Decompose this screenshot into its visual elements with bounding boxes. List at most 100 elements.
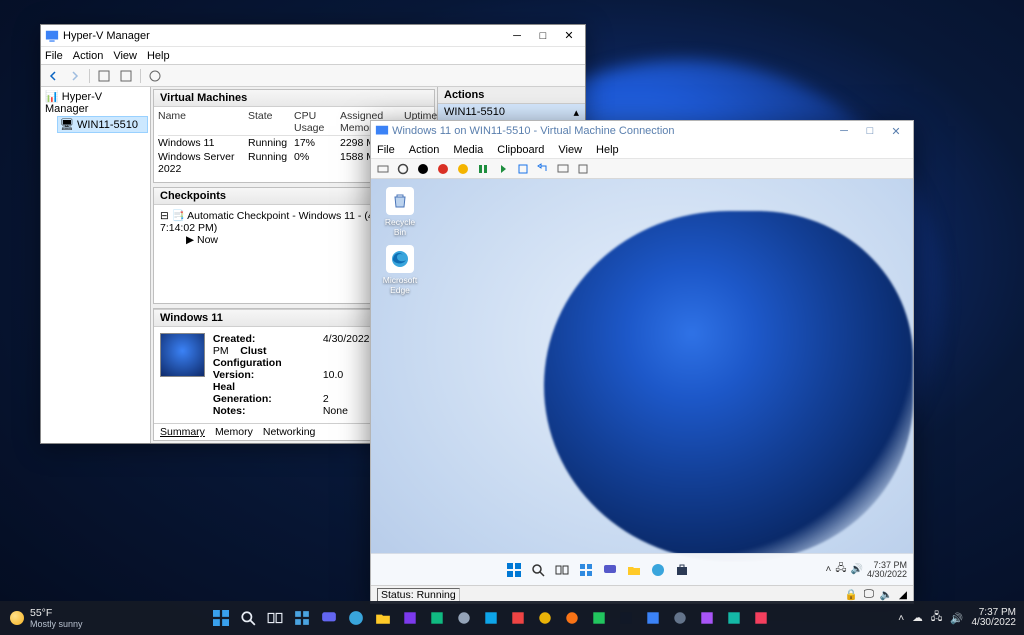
menu-file[interactable]: File	[45, 50, 63, 62]
tab-networking[interactable]: Networking	[263, 426, 316, 438]
edge-icon	[386, 245, 414, 273]
tab-memory[interactable]: Memory	[215, 426, 253, 438]
close-button[interactable]: ✕	[883, 123, 909, 139]
menu-action[interactable]: Action	[409, 144, 440, 156]
guest-explorer-button[interactable]	[625, 561, 643, 579]
tab-summary[interactable]: Summary	[160, 426, 205, 438]
host-start-button[interactable]	[210, 607, 232, 629]
vm-state: Running	[248, 137, 294, 149]
guest-widgets-button[interactable]	[577, 561, 595, 579]
guest-recycle-bin[interactable]: Recycle Bin	[379, 187, 421, 237]
guest-tray-volume-icon[interactable]: 🔊	[851, 564, 863, 575]
host-pinned-app[interactable]	[534, 607, 556, 629]
col-state[interactable]: State	[248, 110, 294, 134]
host-pinned-app[interactable]	[453, 607, 475, 629]
menu-action[interactable]: Action	[73, 50, 104, 62]
cfg-val: 10.0	[323, 369, 343, 381]
host-pinned-app[interactable]	[696, 607, 718, 629]
save-button[interactable]	[455, 161, 471, 177]
toolbar-properties-button[interactable]	[94, 67, 114, 85]
menu-file[interactable]: File	[377, 144, 395, 156]
host-taskview-button[interactable]	[264, 607, 286, 629]
guest-edge-button[interactable]	[649, 561, 667, 579]
checkpoint-button[interactable]	[515, 161, 531, 177]
host-edge-button[interactable]	[345, 607, 367, 629]
guest-taskview-button[interactable]	[553, 561, 571, 579]
guest-tray-chevron-icon[interactable]: ˄	[826, 564, 832, 575]
guest-search-button[interactable]	[529, 561, 547, 579]
turnoff-button[interactable]	[415, 161, 431, 177]
tray-volume-icon[interactable]: 🔊	[950, 612, 963, 625]
hv-title: Hyper-V Manager	[63, 30, 503, 42]
guest-chat-button[interactable]	[601, 561, 619, 579]
col-cpu[interactable]: CPU Usage	[294, 110, 340, 134]
guest-start-button[interactable]	[505, 561, 523, 579]
host-chat-button[interactable]	[318, 607, 340, 629]
start-button[interactable]	[395, 161, 411, 177]
tray-onedrive-icon[interactable]: ☁	[912, 612, 923, 624]
host-pinned-app[interactable]	[588, 607, 610, 629]
minimize-button[interactable]: ─	[831, 123, 857, 139]
menu-view[interactable]: View	[558, 144, 582, 156]
vmc-window: Windows 11 on WIN11-5510 - Virtual Machi…	[370, 120, 914, 604]
host-pinned-app[interactable]	[480, 607, 502, 629]
ctrl-alt-del-button[interactable]	[375, 161, 391, 177]
host-pinned-app[interactable]	[561, 607, 583, 629]
shutdown-button[interactable]	[435, 161, 451, 177]
nav-forward-button[interactable]	[65, 67, 85, 85]
menu-media[interactable]: Media	[453, 144, 483, 156]
host-pinned-app[interactable]	[426, 607, 448, 629]
guest-edge[interactable]: Microsoft Edge	[379, 245, 421, 295]
enhanced-session-button[interactable]	[555, 161, 571, 177]
host-pinned-app[interactable]	[399, 607, 421, 629]
menu-help[interactable]: Help	[596, 144, 619, 156]
vm-name: Windows 11	[158, 137, 248, 149]
guest-clock[interactable]: 7:37 PM 4/30/2022	[867, 561, 907, 579]
nav-back-button[interactable]	[43, 67, 63, 85]
host-pinned-app[interactable]	[669, 607, 691, 629]
menu-help[interactable]: Help	[147, 50, 170, 62]
tree-host-label: WIN11-5510	[77, 119, 138, 131]
tree-host-node[interactable]: 🖥 WIN11-5510	[57, 116, 148, 133]
cluster-key: Clust	[240, 345, 266, 357]
menu-view[interactable]: View	[113, 50, 137, 62]
toolbar-refresh-button[interactable]	[116, 67, 136, 85]
tree-root[interactable]: 📊 Hyper-V Manager	[43, 89, 148, 116]
tray-chevron-icon[interactable]: ˄	[898, 612, 904, 624]
guest-tray-network-icon[interactable]: 🖧	[835, 561, 846, 578]
host-pinned-app[interactable]	[507, 607, 529, 629]
host-widgets-button[interactable]	[291, 607, 313, 629]
vmc-titlebar[interactable]: Windows 11 on WIN11-5510 - Virtual Machi…	[371, 121, 913, 141]
minimize-button[interactable]: ─	[505, 27, 529, 45]
host-clock[interactable]: 7:37 PM 4/30/2022	[972, 608, 1017, 628]
host-pinned-app[interactable]	[642, 607, 664, 629]
actions-target-label: WIN11-5510	[444, 106, 505, 119]
hyperv-icon	[45, 29, 59, 43]
close-button[interactable]: ✕	[557, 27, 581, 45]
hv-tree: 📊 Hyper-V Manager 🖥 WIN11-5510	[41, 87, 151, 443]
maximize-button[interactable]: □	[857, 123, 883, 139]
host-pinned-app[interactable]	[723, 607, 745, 629]
revert-button[interactable]	[535, 161, 551, 177]
toolbar-help-button[interactable]	[145, 67, 165, 85]
gen-key: Generation:	[213, 393, 323, 405]
share-button[interactable]	[575, 161, 591, 177]
taskbar-weather[interactable]: 55°F Mostly sunny	[0, 607, 93, 629]
tray-network-icon[interactable]: 🖧	[931, 609, 943, 627]
guest-date: 4/30/2022	[867, 570, 907, 579]
vm-state: Running	[248, 151, 294, 175]
host-explorer-button[interactable]	[372, 607, 394, 629]
menu-clipboard[interactable]: Clipboard	[497, 144, 544, 156]
guest-desktop[interactable]: Recycle Bin Microsoft Edge ˄ 🖧 🔊	[371, 179, 913, 585]
host-pinned-app[interactable]	[615, 607, 637, 629]
reset-button[interactable]	[495, 161, 511, 177]
hv-titlebar[interactable]: Hyper-V Manager ─ □ ✕	[41, 25, 585, 47]
resize-grip-icon[interactable]: ◢	[899, 589, 907, 601]
col-name[interactable]: Name	[158, 110, 248, 134]
maximize-button[interactable]: □	[531, 27, 555, 45]
host-pinned-app[interactable]	[750, 607, 772, 629]
pause-button[interactable]	[475, 161, 491, 177]
vm-thumbnail[interactable]	[160, 333, 205, 377]
host-search-button[interactable]	[237, 607, 259, 629]
guest-store-button[interactable]	[673, 561, 691, 579]
